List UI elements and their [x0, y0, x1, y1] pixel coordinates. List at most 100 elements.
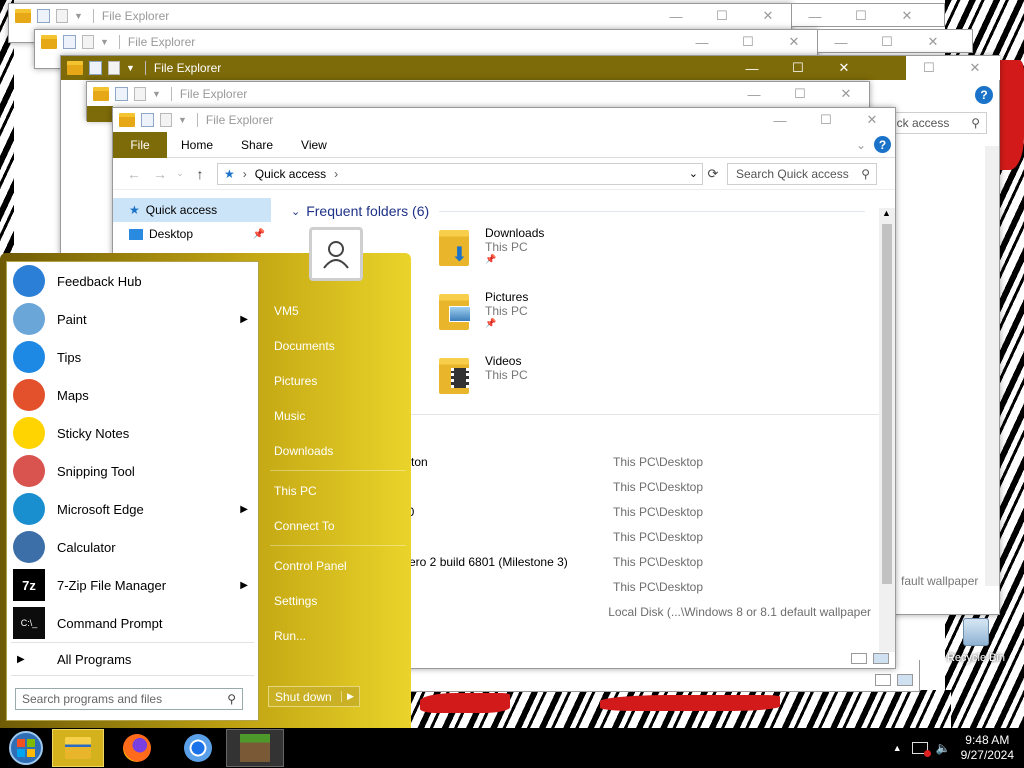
properties-icon[interactable] [141, 113, 154, 127]
file-tab-fragment[interactable] [87, 106, 113, 122]
link-pictures[interactable]: Pictures [266, 363, 406, 398]
close-button[interactable]: ✕ [884, 4, 930, 28]
view-large-icons-icon[interactable] [873, 653, 889, 664]
customize-quick-access-icon[interactable]: ▼ [100, 37, 109, 47]
properties-icon[interactable] [89, 61, 102, 75]
program-feedback-hub[interactable]: Feedback Hub [7, 262, 258, 300]
new-folder-icon[interactable] [82, 35, 94, 49]
search-input[interactable]: ick access ⚲ [889, 112, 987, 134]
recent-file-row[interactable]: This PC\Desktop [401, 524, 871, 549]
frequent-folders-header[interactable]: ⌄ Frequent folders (6) [277, 198, 895, 224]
minimize-button[interactable]: — [818, 30, 864, 54]
user-avatar[interactable] [309, 227, 363, 281]
forward-button[interactable]: → [147, 166, 173, 182]
recent-file-row[interactable]: utton This PC\Desktop [401, 449, 871, 474]
folder-tile[interactable]: Videos This PC [437, 354, 528, 414]
tab-file[interactable]: File [113, 131, 167, 158]
scroll-up-icon[interactable]: ▲ [882, 208, 891, 218]
title-bar[interactable]: ▼ File Explorer — ☐ ✕ [113, 108, 895, 132]
close-button[interactable]: ✕ [910, 30, 956, 54]
nav-item-quick-access[interactable]: ★ Quick access [113, 198, 271, 222]
taskbar-firefox[interactable] [104, 729, 170, 767]
scrollbar[interactable] [985, 146, 999, 586]
program-command-prompt[interactable]: C:\_ Command Prompt [7, 604, 258, 642]
tab-share[interactable]: Share [227, 132, 287, 158]
minimize-button[interactable]: — [792, 4, 838, 28]
scrollbar-thumb[interactable] [882, 224, 892, 584]
recent-locations-icon[interactable]: ⌄ [173, 168, 187, 179]
recent-file-row[interactable]: Local Disk (...\Windows 8 or 8.1 default… [401, 599, 871, 624]
maximize-button[interactable]: ☐ [777, 82, 823, 106]
new-folder-icon[interactable] [160, 113, 172, 127]
close-button[interactable]: ✕ [849, 108, 895, 132]
properties-icon[interactable] [115, 87, 128, 101]
expand-ribbon-icon[interactable]: ⌄ [856, 138, 866, 152]
close-button[interactable]: ✕ [952, 56, 998, 80]
taskbar-minecraft[interactable] [226, 729, 284, 767]
minimize-button[interactable]: — [653, 4, 699, 28]
start-button[interactable] [0, 729, 52, 767]
view-large-icons-icon[interactable] [897, 674, 913, 686]
customize-quick-access-icon[interactable]: ▼ [178, 115, 187, 125]
search-input[interactable]: Search Quick access ⚲ [727, 162, 877, 185]
link-documents[interactable]: Documents [266, 328, 406, 363]
link-settings[interactable]: Settings [266, 583, 406, 618]
minimize-button[interactable]: — [731, 82, 777, 106]
shutdown-options-icon[interactable]: ▶ [341, 691, 359, 702]
address-bar[interactable]: ★ › Quick access › ⌄ [217, 162, 703, 185]
recent-file-row[interactable]: Aero 2 build 6801 (Milestone 3) This PC\D… [401, 549, 871, 574]
close-button[interactable]: ✕ [745, 4, 791, 28]
program-calculator[interactable]: Calculator [7, 528, 258, 566]
view-details-icon[interactable] [875, 674, 891, 686]
program-paint[interactable]: Paint ▶ [7, 300, 258, 338]
title-bar[interactable]: ▼ File Explorer — ☐ ✕ [35, 30, 817, 54]
title-bar[interactable]: ▼ File Explorer — ☐ ✕ [9, 4, 791, 28]
link-user[interactable]: VM5 [266, 293, 406, 328]
network-icon[interactable] [911, 742, 931, 757]
close-button[interactable]: ✕ [821, 56, 867, 80]
link-music[interactable]: Music [266, 398, 406, 433]
link-control-panel[interactable]: Control Panel [266, 548, 406, 583]
folder-tile[interactable]: ⬇ Downloads This PC 📌 [437, 226, 544, 286]
minimize-button[interactable]: — [729, 56, 775, 80]
taskbar-chrome[interactable] [170, 729, 226, 767]
title-bar[interactable]: ▼ File Explorer — ☐ ✕ [87, 82, 869, 106]
program-maps[interactable]: Maps [7, 376, 258, 414]
maximize-button[interactable]: ☐ [725, 30, 771, 54]
new-folder-icon[interactable] [108, 61, 120, 75]
minimize-button[interactable]: — [679, 30, 725, 54]
up-button[interactable]: ↑ [187, 166, 213, 182]
volume-icon[interactable]: 🔈 [936, 741, 951, 755]
program-sticky-notes[interactable]: Sticky Notes [7, 414, 258, 452]
link-this-pc[interactable]: This PC [266, 473, 406, 508]
help-icon[interactable]: ? [975, 86, 993, 104]
maximize-button[interactable]: ☐ [699, 4, 745, 28]
search-programs-input[interactable]: Search programs and files ⚲ [15, 688, 243, 710]
new-folder-icon[interactable] [134, 87, 146, 101]
recent-file-row[interactable]: This PC\Desktop [401, 574, 871, 599]
maximize-button[interactable]: ☐ [906, 56, 952, 80]
program-seven-zip[interactable]: 7z 7-Zip File Manager ▶ [7, 566, 258, 604]
properties-icon[interactable] [63, 35, 76, 49]
maximize-button[interactable]: ☐ [864, 30, 910, 54]
maximize-button[interactable]: ☐ [803, 108, 849, 132]
back-button[interactable]: ← [121, 166, 147, 182]
program-edge[interactable]: Microsoft Edge ▶ [7, 490, 258, 528]
program-snipping-tool[interactable]: Snipping Tool [7, 452, 258, 490]
customize-quick-access-icon[interactable]: ▼ [74, 11, 83, 21]
close-button[interactable]: ✕ [823, 82, 869, 106]
all-programs-button[interactable]: ▶ All Programs [7, 643, 258, 675]
program-tips[interactable]: Tips [7, 338, 258, 376]
recent-file-row[interactable]: 80This PC\Desktop [401, 499, 871, 524]
view-details-icon[interactable] [851, 653, 867, 664]
tab-home[interactable]: Home [167, 132, 227, 158]
close-button[interactable]: ✕ [771, 30, 817, 54]
folder-tile[interactable]: Pictures This PC 📌 [437, 290, 528, 350]
link-run[interactable]: Run... [266, 618, 406, 653]
shutdown-button[interactable]: Shut down ▶ [268, 686, 360, 707]
recent-file-row[interactable]: This PC\Desktop [401, 474, 871, 499]
clock[interactable]: 9:48 AM 9/27/2024 [961, 733, 1014, 763]
taskbar-file-explorer[interactable] [52, 729, 104, 767]
show-hidden-icons[interactable]: ▲ [893, 743, 902, 753]
maximize-button[interactable]: ☐ [838, 4, 884, 28]
